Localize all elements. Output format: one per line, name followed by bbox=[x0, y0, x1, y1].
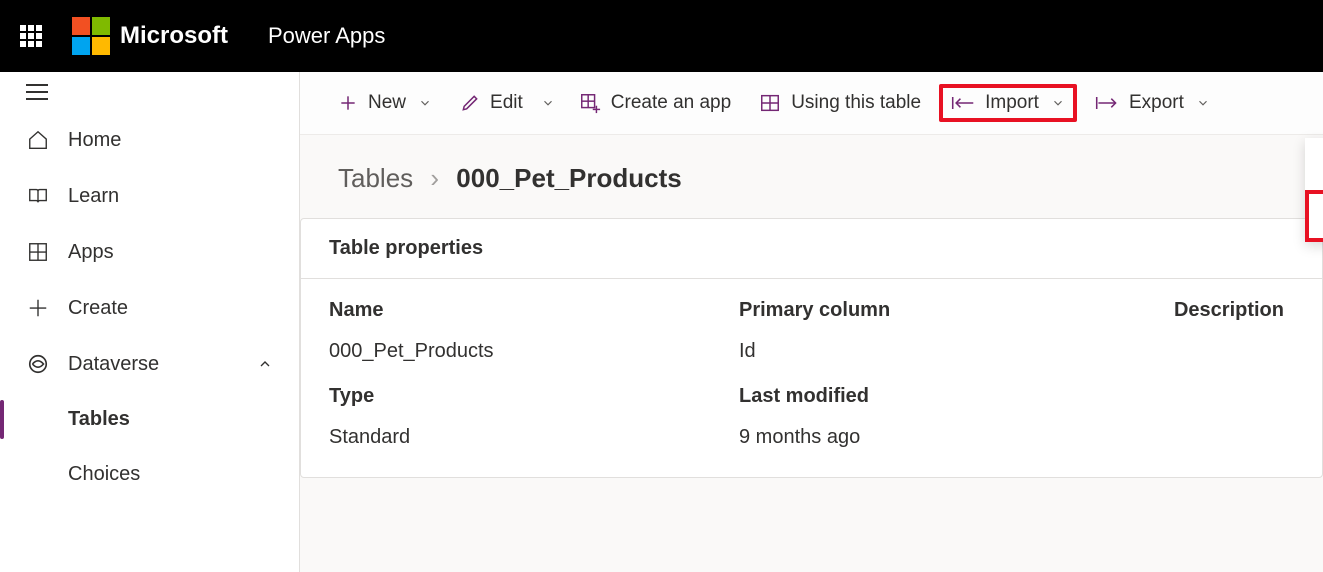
main-region: New Edit bbox=[300, 72, 1323, 572]
chevron-down-icon bbox=[1196, 96, 1210, 110]
grid-icon bbox=[26, 240, 50, 264]
prop-value-last-modified: 9 months ago bbox=[739, 426, 1149, 449]
prop-value-type: Standard bbox=[329, 426, 739, 449]
import-excel-option[interactable]: X Import data from Excel bbox=[1305, 190, 1323, 242]
sidebar-item-create[interactable]: Create bbox=[0, 280, 299, 336]
sidebar-item-home[interactable]: Home bbox=[0, 112, 299, 168]
home-icon bbox=[26, 128, 50, 152]
chevron-down-icon bbox=[541, 96, 555, 110]
export-button[interactable]: Export bbox=[1085, 84, 1220, 122]
hamburger-icon bbox=[26, 84, 48, 100]
prop-label-type: Type bbox=[329, 385, 739, 408]
button-label: Using this table bbox=[791, 92, 921, 114]
prop-label-last-modified: Last modified bbox=[739, 385, 1149, 408]
app-launcher-icon[interactable] bbox=[20, 25, 42, 47]
create-app-button[interactable]: Create an app bbox=[569, 84, 741, 122]
sidebar-label: Tables bbox=[68, 408, 130, 431]
sidebar-label: Dataverse bbox=[68, 353, 159, 376]
card-title: Table properties bbox=[301, 219, 1322, 279]
prop-value-description bbox=[1149, 340, 1294, 363]
prop-label-primary-column: Primary column bbox=[739, 299, 1149, 322]
breadcrumb-current: 000_Pet_Products bbox=[456, 163, 681, 193]
chevron-down-icon bbox=[1051, 96, 1065, 110]
command-bar: New Edit bbox=[300, 72, 1323, 135]
menu-toggle-button[interactable] bbox=[0, 72, 299, 112]
microsoft-logo-icon bbox=[72, 17, 110, 55]
sidebar-item-dataverse[interactable]: Dataverse bbox=[0, 336, 299, 392]
import-arrow-icon bbox=[951, 94, 975, 112]
dataverse-icon bbox=[26, 352, 50, 376]
sidebar-label: Home bbox=[68, 129, 121, 152]
prop-label-name: Name bbox=[329, 299, 739, 322]
sidebar-label: Create bbox=[68, 297, 128, 320]
brand-label: Microsoft bbox=[120, 22, 228, 50]
prop-value-name: 000_Pet_Products bbox=[329, 340, 739, 363]
prop-value-primary-column: Id bbox=[739, 340, 1149, 363]
import-data-option[interactable]: Import data bbox=[1305, 138, 1323, 190]
sidebar-item-learn[interactable]: Learn bbox=[0, 168, 299, 224]
edit-button[interactable]: Edit bbox=[450, 84, 533, 122]
breadcrumb: Tables › 000_Pet_Products bbox=[300, 135, 1323, 210]
table-icon bbox=[759, 92, 781, 114]
breadcrumb-link-tables[interactable]: Tables bbox=[338, 163, 413, 193]
button-label: Import bbox=[985, 92, 1039, 114]
sidebar-item-apps[interactable]: Apps bbox=[0, 224, 299, 280]
app-title: Power Apps bbox=[268, 23, 385, 49]
sidebar-item-choices[interactable]: Choices bbox=[0, 447, 299, 502]
edit-split-button[interactable] bbox=[533, 88, 561, 118]
export-arrow-icon bbox=[1095, 94, 1119, 112]
plus-icon bbox=[26, 296, 50, 320]
sidebar-item-tables[interactable]: Tables bbox=[0, 392, 299, 447]
prop-label-description: Description bbox=[1149, 299, 1294, 322]
global-header: Microsoft Power Apps bbox=[0, 0, 1323, 72]
import-dropdown: Import data X Import data from Excel bbox=[1305, 138, 1323, 242]
plus-icon bbox=[338, 93, 358, 113]
button-label: Edit bbox=[490, 92, 523, 114]
sidebar: Home Learn Apps Create Dataverse bbox=[0, 72, 300, 572]
button-label: Export bbox=[1129, 92, 1184, 114]
book-icon bbox=[26, 184, 50, 208]
pencil-icon bbox=[460, 93, 480, 113]
button-label: New bbox=[368, 92, 406, 114]
chevron-up-icon bbox=[257, 356, 273, 372]
using-table-button[interactable]: Using this table bbox=[749, 84, 931, 122]
button-label: Create an app bbox=[611, 92, 731, 114]
chevron-down-icon bbox=[418, 96, 432, 110]
new-button[interactable]: New bbox=[328, 84, 442, 122]
sidebar-label: Apps bbox=[68, 241, 114, 264]
import-button[interactable]: Import bbox=[939, 84, 1077, 122]
chevron-right-icon: › bbox=[430, 163, 439, 193]
sidebar-label: Learn bbox=[68, 185, 119, 208]
sidebar-label: Choices bbox=[68, 463, 140, 486]
app-plus-icon bbox=[579, 92, 601, 114]
table-properties-card: Table properties Name Primary column Des… bbox=[300, 218, 1323, 478]
